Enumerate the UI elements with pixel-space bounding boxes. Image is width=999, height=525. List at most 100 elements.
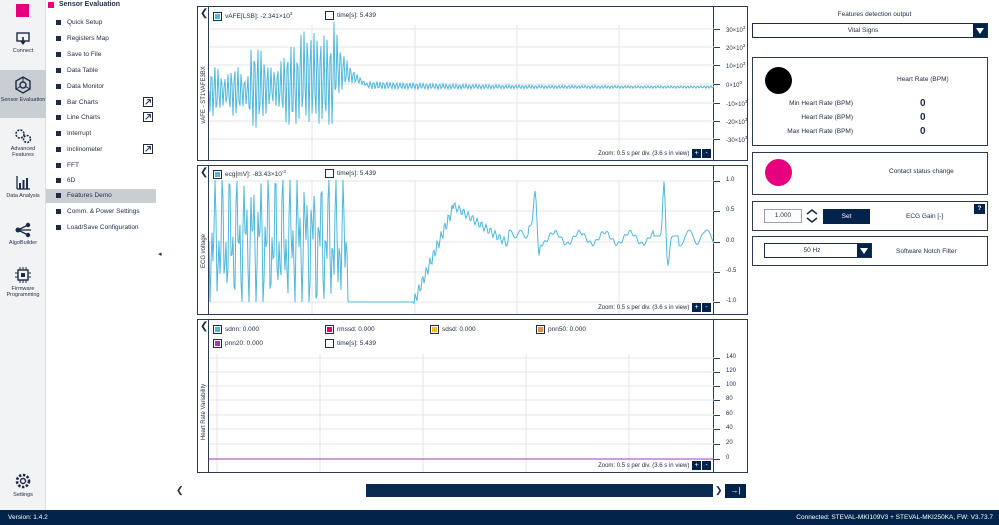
scroll-right-icon[interactable]: ❯ bbox=[715, 485, 723, 496]
zoom-control: Zoom: 0.5 s per div. (3.6 s in view) + - bbox=[598, 149, 711, 158]
zoom-in-button[interactable]: + bbox=[692, 303, 701, 312]
menu-item-save-to-file[interactable]: Save to File bbox=[46, 48, 156, 62]
firmware-programming-icon bbox=[15, 267, 31, 283]
open-external-icon[interactable] bbox=[143, 112, 153, 122]
plot-area: sdnn: 0.000 rmssd: 0.000 sdsd: 0.000 pnn… bbox=[209, 320, 714, 472]
menu-item-label: Quick Setup bbox=[67, 19, 103, 26]
menu-item-label: Registers Map bbox=[67, 35, 109, 42]
legend-swatch-icon bbox=[325, 339, 334, 348]
menu-item-data-monitor[interactable]: Data Monitor bbox=[46, 80, 156, 94]
rail-connect[interactable]: Connect bbox=[0, 30, 46, 68]
time-scrollbar-thumb[interactable] bbox=[366, 484, 713, 497]
zoom-in-button[interactable]: + bbox=[692, 461, 701, 470]
zoom-control: Zoom: 0.5 s per div. (3.6 s in view) + - bbox=[598, 303, 711, 312]
heart-rate-title: Heart Rate (BPM) bbox=[897, 76, 949, 83]
rail-settings[interactable]: Settings bbox=[0, 472, 46, 506]
menu-item-label: Line Charts bbox=[67, 114, 101, 121]
zoom-in-button[interactable]: + bbox=[692, 149, 701, 158]
legend-pnn20[interactable]: pnn20: 0.000 bbox=[213, 339, 263, 348]
set-gain-button[interactable]: Set bbox=[823, 209, 870, 224]
rail-sensor-evaluation[interactable]: Sensor Evaluation bbox=[0, 70, 46, 118]
collapse-menu-icon[interactable]: ◂ bbox=[158, 250, 164, 258]
legend-swatch-icon bbox=[430, 325, 439, 334]
scroll-left-icon[interactable]: ❮ bbox=[176, 485, 184, 496]
y-tick-label: 60 bbox=[726, 411, 733, 417]
contact-status-label: Contact status change bbox=[889, 168, 954, 175]
rail-data-analysis[interactable]: Data Analysis bbox=[0, 175, 46, 211]
min-heart-rate-value: 0 bbox=[920, 98, 926, 109]
zoom-out-button[interactable]: - bbox=[702, 461, 711, 470]
menu-header: Sensor Evaluation bbox=[46, 0, 158, 12]
legend-vafe[interactable]: vAFE[LSB]: -2.341×103 bbox=[213, 11, 292, 21]
menu-item-registers-map[interactable]: Registers Map bbox=[46, 32, 156, 46]
bullet-icon bbox=[56, 36, 61, 41]
menu-item-6d[interactable]: 6D bbox=[46, 174, 156, 188]
open-external-icon[interactable] bbox=[143, 144, 153, 154]
dropdown-arrow-icon[interactable] bbox=[973, 24, 987, 37]
menu-item-interrupt[interactable]: Interrupt bbox=[46, 127, 156, 141]
plot-y-title: Heart Rate Variability bbox=[198, 350, 209, 474]
sensor-evaluation-icon bbox=[15, 76, 31, 94]
zoom-out-button[interactable]: - bbox=[702, 149, 711, 158]
icon-rail: Connect Sensor Evaluation Advanced Featu… bbox=[0, 0, 46, 510]
legend-rmssd-label: rmssd: 0.000 bbox=[337, 326, 375, 334]
sensor-evaluation-menu: Sensor Evaluation Quick Setup Registers … bbox=[46, 0, 158, 510]
rail-advanced-features[interactable]: Advanced Features bbox=[0, 128, 46, 164]
menu-item-features-demo[interactable]: Features Demo bbox=[46, 189, 156, 203]
features-select[interactable]: Vital Signs bbox=[752, 23, 988, 38]
legend-time[interactable]: time[s]: 5.439 bbox=[325, 11, 376, 20]
notch-filter-select[interactable]: 50 Hz bbox=[764, 243, 872, 258]
plot-area: ecg[mV]: -83.43×10-3 time[s]: 5.439 Zoom… bbox=[208, 166, 715, 314]
menu-item-inclinometer[interactable]: Inclinometer bbox=[46, 143, 156, 157]
plot-y-title: ECG voltage bbox=[198, 186, 209, 316]
menu-item-line-charts[interactable]: Line Charts bbox=[46, 111, 156, 125]
menu-item-data-table[interactable]: Data Table bbox=[46, 64, 156, 78]
y-tick-label: 30×103 bbox=[726, 25, 746, 34]
menu-header-marker-icon bbox=[48, 2, 54, 8]
menu-item-comm-power-settings[interactable]: Comm. & Power Settings bbox=[46, 205, 156, 219]
legend-sdsd[interactable]: sdsd: 0.000 bbox=[430, 325, 476, 334]
legend-sdnn[interactable]: sdnn: 0.000 bbox=[213, 325, 259, 334]
zoom-out-button[interactable]: - bbox=[702, 303, 711, 312]
y-tick-label: 1.0 bbox=[726, 177, 735, 183]
y-tick-label: 0.5 bbox=[726, 207, 735, 213]
rail-firmware-programming-label: Firmware Programming bbox=[6, 286, 40, 298]
menu-item-bar-charts[interactable]: Bar Charts bbox=[46, 96, 156, 110]
legend-ecg[interactable]: ecg[mV]: -83.43×10-3 bbox=[213, 169, 286, 179]
menu-item-label: Inclinometer bbox=[67, 146, 103, 153]
legend-rmssd[interactable]: rmssd: 0.000 bbox=[325, 325, 375, 334]
gain-stepper-icon[interactable] bbox=[805, 208, 819, 224]
open-external-icon[interactable] bbox=[143, 97, 153, 107]
help-button[interactable]: ? bbox=[974, 204, 985, 214]
legend-sdnn-label: sdnn: 0.000 bbox=[225, 326, 259, 334]
y-tick-mark bbox=[714, 242, 720, 243]
legend-time[interactable]: time[s]: 5.439 bbox=[325, 169, 376, 178]
dropdown-arrow-icon[interactable] bbox=[857, 244, 871, 257]
y-tick-label: 20 bbox=[726, 440, 733, 446]
menu-item-label: Data Monitor bbox=[67, 83, 105, 90]
legend-pnn50[interactable]: pnn50: 0.000 bbox=[536, 325, 586, 334]
y-tick-label: 140 bbox=[726, 354, 737, 360]
y-tick-mark bbox=[714, 139, 720, 140]
heart-rate-card: Heart Rate (BPM) Min Heart Rate (BPM) 0 … bbox=[752, 57, 988, 146]
menu-item-fft[interactable]: FFT bbox=[46, 159, 156, 173]
legend-time[interactable]: time[s]: 5.439 bbox=[325, 339, 376, 348]
ecg-gain-input[interactable]: 1.000 bbox=[764, 209, 802, 223]
menu-item-quick-setup[interactable]: Quick Setup bbox=[46, 16, 156, 30]
rail-algobuilder[interactable]: AlgoBuilder bbox=[0, 222, 46, 252]
legend-vafe-label: vAFE[LSB]: -2.341×10 bbox=[225, 13, 290, 21]
y-axis: 140 120 100 80 60 40 20 0 bbox=[714, 320, 748, 472]
y-tick-label: 100 bbox=[726, 382, 737, 388]
max-heart-rate-label: Max Heart Rate (BPM) bbox=[787, 128, 853, 135]
y-tick-mark bbox=[714, 65, 720, 66]
rail-algobuilder-label: AlgoBuilder bbox=[8, 240, 38, 246]
legend-swatch-icon bbox=[213, 11, 222, 21]
legend-swatch-icon bbox=[325, 169, 334, 178]
scroll-to-end-button[interactable]: →| bbox=[725, 484, 746, 498]
menu-item-label: Data Table bbox=[67, 67, 98, 74]
y-tick-mark bbox=[714, 429, 720, 430]
algobuilder-icon bbox=[15, 222, 31, 238]
legend-ecg-exponent: -3 bbox=[281, 169, 286, 174]
menu-item-load-save-configuration[interactable]: Load/Save Configuration bbox=[46, 221, 156, 235]
rail-firmware-programming[interactable]: Firmware Programming bbox=[0, 266, 46, 306]
